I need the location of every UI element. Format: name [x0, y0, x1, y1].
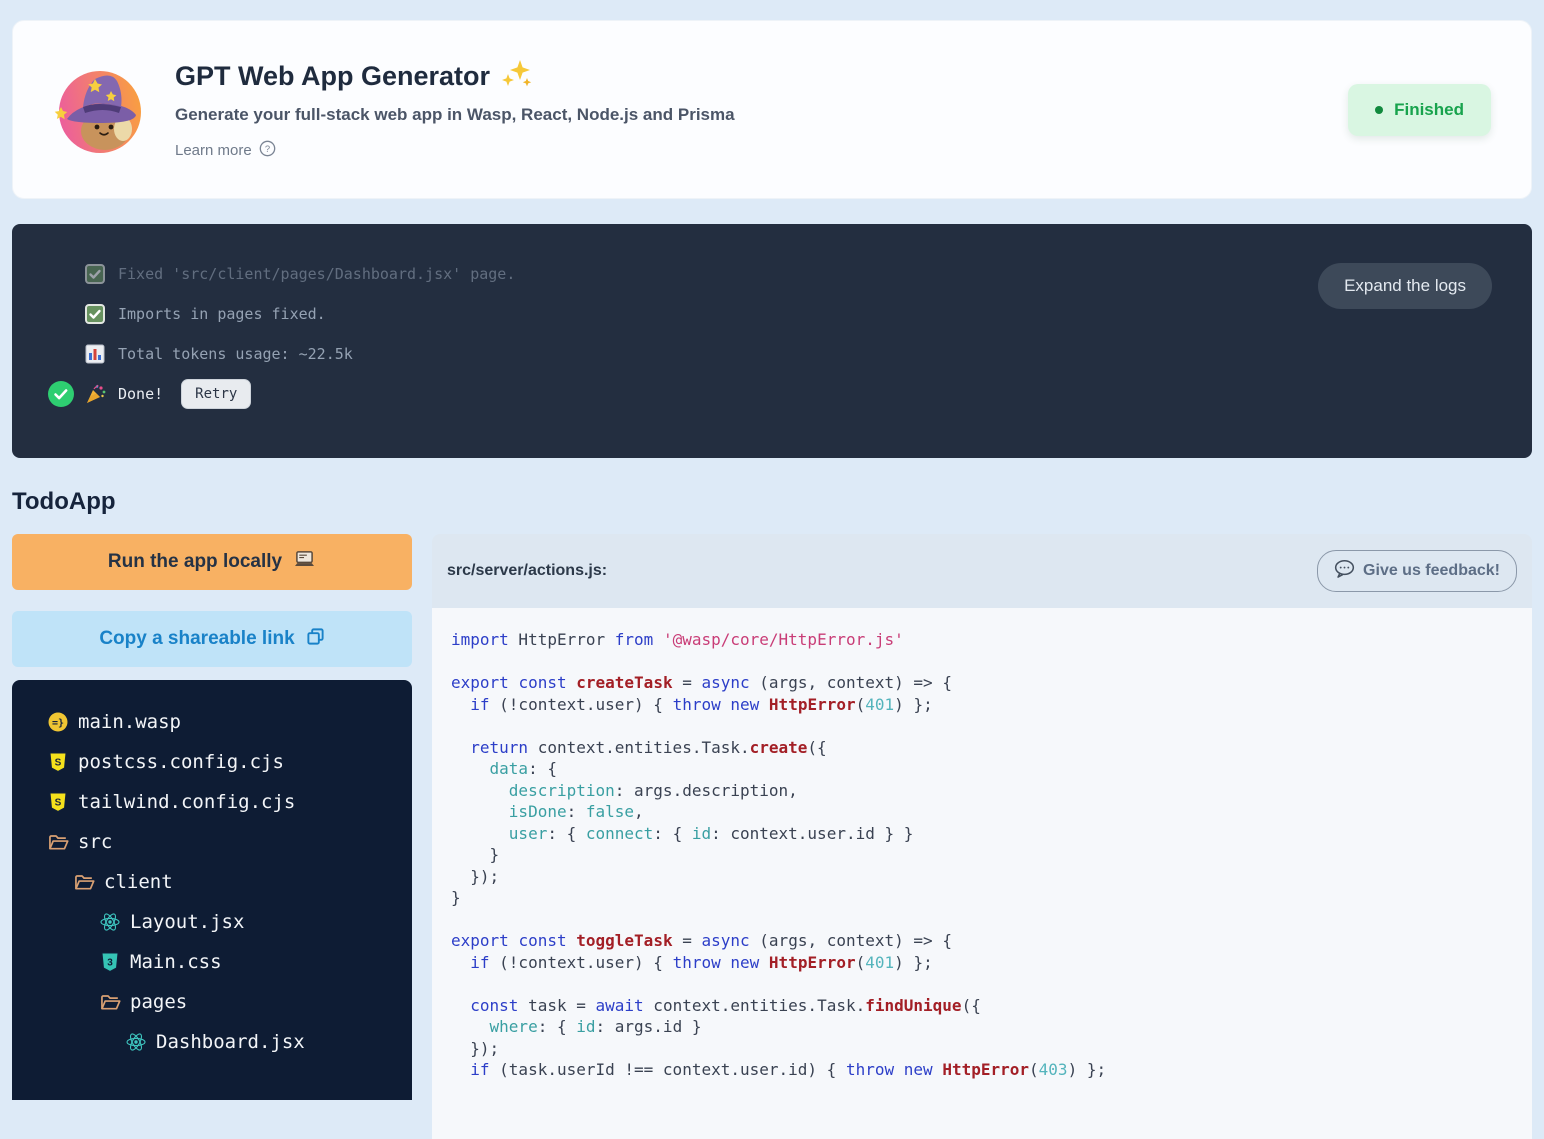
left-column: Run the app locally Copy a shareable lin… [12, 534, 412, 1100]
file-tree-item-main-css[interactable]: 3 Main.css [12, 942, 412, 982]
page-title-text: GPT Web App Generator [175, 62, 490, 92]
react-icon [100, 912, 121, 933]
expand-logs-button[interactable]: Expand the logs [1318, 263, 1492, 309]
status-dot-icon [1375, 106, 1383, 114]
css-shield-icon: 3 [100, 952, 121, 973]
status-badge-label: Finished [1394, 100, 1464, 120]
code-block: import HttpError from '@wasp/core/HttpEr… [451, 629, 1512, 1081]
file-tree-item-client[interactable]: client [12, 862, 412, 902]
copy-link-label: Copy a shareable link [99, 628, 294, 650]
learn-more-label: Learn more [175, 142, 252, 159]
file-name: Dashboard.jsx [156, 1031, 305, 1053]
file-name: Main.css [130, 951, 222, 973]
file-tree-item-postcss-config-cjs[interactable]: Spostcss.config.cjs [12, 742, 412, 782]
log-line-done: Done! Retry [48, 374, 1492, 414]
sparkles-icon [500, 58, 534, 95]
file-tree-item-tailwind-config-cjs[interactable]: Stailwind.config.cjs [12, 782, 412, 822]
file-tree-item-main-wasp[interactable]: =} main.wasp [12, 702, 412, 742]
copy-icon [306, 627, 325, 652]
file-name: src [78, 831, 112, 853]
log-line-text: Fixed 'src/client/pages/Dashboard.jsx' p… [118, 265, 515, 283]
log-lines: Fixed 'src/client/pages/Dashboard.jsx' p… [48, 254, 1492, 374]
page-subtitle: Generate your full-stack web app in Wasp… [175, 105, 735, 125]
svg-text:S: S [55, 798, 62, 809]
react-icon [126, 1032, 147, 1053]
code-panel-header: src/server/actions.js: Give us feedback! [432, 534, 1532, 608]
svg-text:?: ? [265, 144, 270, 155]
file-name: pages [130, 991, 187, 1013]
file-name: tailwind.config.cjs [78, 791, 295, 813]
code-file-path: src/server/actions.js: [447, 562, 607, 580]
checkbox-icon [85, 303, 107, 325]
party-popper-icon [85, 383, 107, 405]
svg-text:=}: =} [52, 718, 64, 729]
wasp-icon: =} [48, 712, 69, 733]
log-line-text: Imports in pages fixed. [118, 305, 326, 323]
log-line: Imports in pages fixed. [48, 294, 1492, 334]
file-name: client [104, 871, 173, 893]
question-circle-icon: ? [259, 140, 276, 161]
folder-open-icon [100, 992, 121, 1013]
checkbox-icon [85, 263, 107, 285]
code-area: import HttpError from '@wasp/core/HttpEr… [432, 608, 1532, 1139]
run-app-label: Run the app locally [108, 551, 282, 573]
file-name: postcss.config.cjs [78, 751, 284, 773]
file-name: Layout.jsx [130, 911, 244, 933]
give-feedback-button[interactable]: Give us feedback! [1317, 550, 1517, 592]
copy-shareable-link-button[interactable]: Copy a shareable link [12, 611, 412, 667]
bar-chart-icon [85, 343, 107, 365]
file-tree-item-src[interactable]: src [12, 822, 412, 862]
folder-open-icon [74, 872, 95, 893]
log-line: Total tokens usage: ~22.5k [48, 334, 1492, 374]
js-shield-icon: S [48, 752, 69, 773]
learn-more-link[interactable]: Learn more ? [175, 140, 276, 161]
folder-open-icon [48, 832, 69, 853]
done-label: Done! [118, 385, 163, 403]
log-line: Fixed 'src/client/pages/Dashboard.jsx' p… [48, 254, 1492, 294]
give-feedback-label: Give us feedback! [1363, 562, 1500, 580]
svg-text:3: 3 [107, 958, 113, 969]
log-line-text: Total tokens usage: ~22.5k [118, 345, 353, 363]
code-panel: src/server/actions.js: Give us feedback!… [432, 534, 1532, 1139]
page-title: GPT Web App Generator [175, 58, 735, 95]
wasp-mascot-logo [53, 63, 147, 157]
file-tree-panel: =}main.waspSpostcss.config.cjsStailwind.… [12, 680, 412, 1100]
status-badge: Finished [1348, 84, 1491, 136]
run-app-locally-button[interactable]: Run the app locally [12, 534, 412, 590]
file-name: main.wasp [78, 711, 181, 733]
laptop-icon [293, 550, 316, 575]
generation-log-panel: Fixed 'src/client/pages/Dashboard.jsx' p… [12, 224, 1532, 458]
file-tree-item-dashboard-jsx[interactable]: Dashboard.jsx [12, 1022, 412, 1062]
main-columns: Run the app locally Copy a shareable lin… [12, 534, 1532, 1139]
file-tree-item-layout-jsx[interactable]: Layout.jsx [12, 902, 412, 942]
speech-bubble-icon [1334, 559, 1355, 583]
svg-text:S: S [55, 758, 62, 769]
js-shield-icon: S [48, 792, 69, 813]
file-tree-item-pages[interactable]: pages [12, 982, 412, 1022]
app-name-heading: TodoApp [12, 488, 1544, 516]
success-circle-check-icon [48, 381, 74, 407]
retry-button[interactable]: Retry [181, 379, 251, 409]
header-card: GPT Web App Generator Generate your full… [12, 20, 1532, 199]
